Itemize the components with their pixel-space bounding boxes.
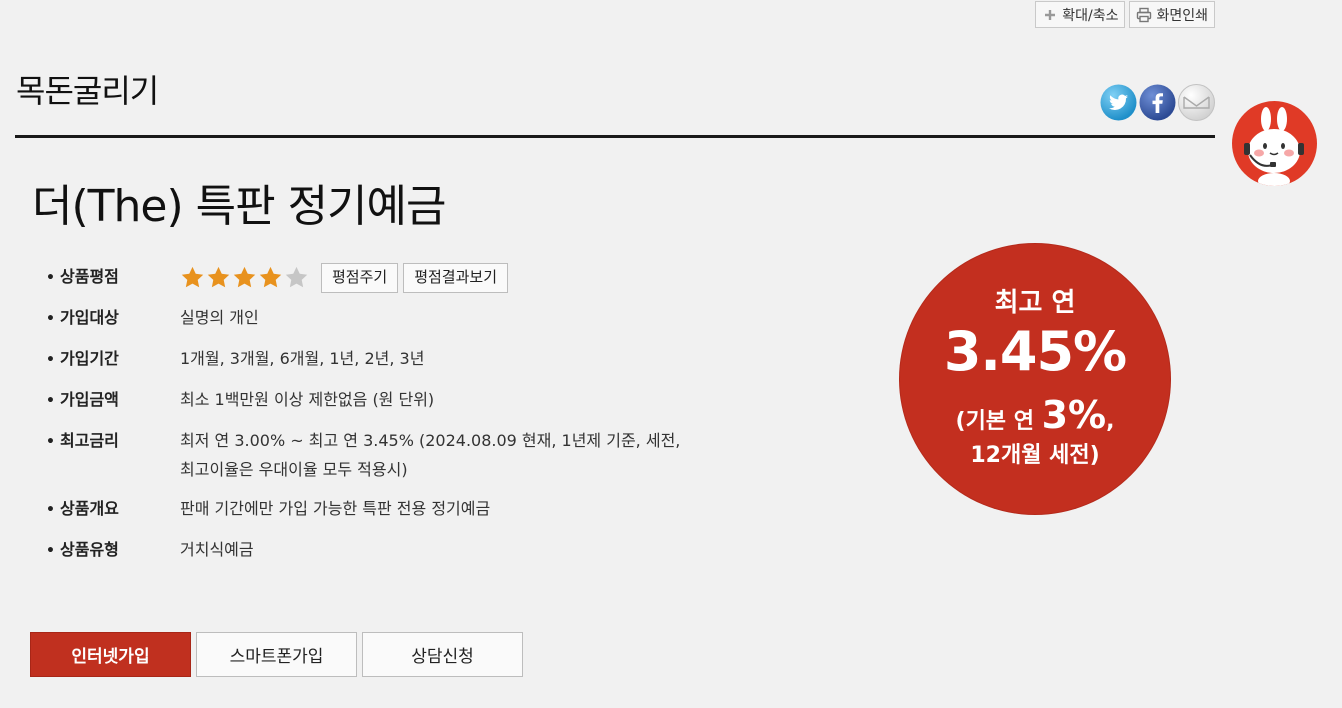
- list-item: 최고금리 최저 연 3.00% ~ 최고 연 3.45% (2024.08.09…: [46, 426, 726, 484]
- max-rate-badge: 최고 연 3.45% (기본 연 3%, 12개월 세전): [900, 244, 1170, 514]
- internet-signup-button[interactable]: 인터넷가입: [30, 632, 191, 677]
- printer-icon: [1136, 7, 1152, 23]
- facebook-icon[interactable]: [1139, 84, 1176, 121]
- base-rate-suffix: ,: [1106, 409, 1115, 434]
- rating-row: 상품평점 평점주기 평점결과보기: [46, 262, 726, 293]
- rate-badge-value: 3.45%: [943, 320, 1127, 383]
- detail-value: 최소 1백만원 이상 제한없음 (원 단위): [180, 390, 435, 409]
- mail-icon[interactable]: [1178, 84, 1215, 121]
- category-title: 목돈굴리기: [16, 72, 159, 110]
- detail-label: 최고금리: [46, 426, 180, 484]
- plus-icon: [1042, 7, 1058, 23]
- detail-label: 가입기간: [46, 344, 180, 375]
- star-filled-icon: [206, 265, 231, 290]
- detail-value-line: 최고이율은 우대이율 모두 적용시): [180, 460, 408, 479]
- list-item: 가입대상 실명의 개인: [46, 303, 726, 334]
- product-info-list: 상품평점 평점주기 평점결과보기 가입대상 실명의 개인 가입기간 1개월, 3…: [46, 262, 726, 576]
- twitter-icon[interactable]: [1100, 84, 1137, 121]
- rate-badge-base: (기본 연 3%, 12개월 세전): [900, 396, 1170, 473]
- detail-value: 1개월, 3개월, 6개월, 1년, 2년, 3년: [180, 349, 425, 368]
- print-button[interactable]: 화면인쇄: [1129, 1, 1215, 28]
- star-filled-icon: [258, 265, 283, 290]
- list-item: 가입금액 최소 1백만원 이상 제한없음 (원 단위): [46, 385, 726, 416]
- detail-value: 실명의 개인: [180, 308, 259, 327]
- star-empty-icon: [284, 265, 309, 290]
- product-title: 더(The) 특판 정기예금: [32, 181, 446, 232]
- detail-label: 가입대상: [46, 303, 180, 334]
- list-item: 가입기간 1개월, 3개월, 6개월, 1년, 2년, 3년: [46, 344, 726, 375]
- title-divider: [15, 135, 1215, 138]
- rate-badge-heading: 최고 연: [994, 288, 1076, 318]
- detail-label: 가입금액: [46, 385, 180, 416]
- star-filled-icon: [232, 265, 257, 290]
- rate-button[interactable]: 평점주기: [321, 262, 399, 293]
- rating-results-button[interactable]: 평점결과보기: [403, 262, 509, 293]
- list-item: 상품개요 판매 기간에만 가입 가능한 특판 전용 정기예금: [46, 494, 726, 525]
- base-rate-prefix: (기본 연: [955, 409, 1042, 434]
- chatbot-mascot-icon[interactable]: [1232, 101, 1317, 186]
- detail-value: 거치식예금: [180, 540, 254, 559]
- base-rate-value: 3%: [1041, 393, 1107, 437]
- star-filled-icon: [180, 265, 205, 290]
- detail-value-line: 최저 연 3.00% ~ 최고 연 3.45% (2024.08.09 현재, …: [180, 431, 681, 450]
- detail-label: 상품개요: [46, 494, 180, 525]
- detail-value: 최저 연 3.00% ~ 최고 연 3.45% (2024.08.09 현재, …: [180, 426, 680, 484]
- print-label: 화면인쇄: [1156, 7, 1208, 24]
- detail-value: 판매 기간에만 가입 가능한 특판 전용 정기예금: [180, 499, 491, 518]
- detail-label: 상품유형: [46, 535, 180, 566]
- utility-toolbar: 확대/축소 화면인쇄: [1035, 1, 1215, 28]
- signup-actions: 인터넷가입 스마트폰가입 상담신청: [30, 632, 523, 677]
- rate-term: 12개월 세전): [970, 443, 1100, 468]
- smartphone-signup-button[interactable]: 스마트폰가입: [196, 632, 357, 677]
- zoom-label: 확대/축소: [1062, 7, 1119, 24]
- rating-label: 상품평점: [46, 262, 180, 293]
- star-rating: [180, 265, 309, 290]
- consult-request-button[interactable]: 상담신청: [362, 632, 523, 677]
- list-item: 상품유형 거치식예금: [46, 535, 726, 566]
- share-buttons: [1100, 84, 1215, 121]
- zoom-button[interactable]: 확대/축소: [1035, 1, 1126, 28]
